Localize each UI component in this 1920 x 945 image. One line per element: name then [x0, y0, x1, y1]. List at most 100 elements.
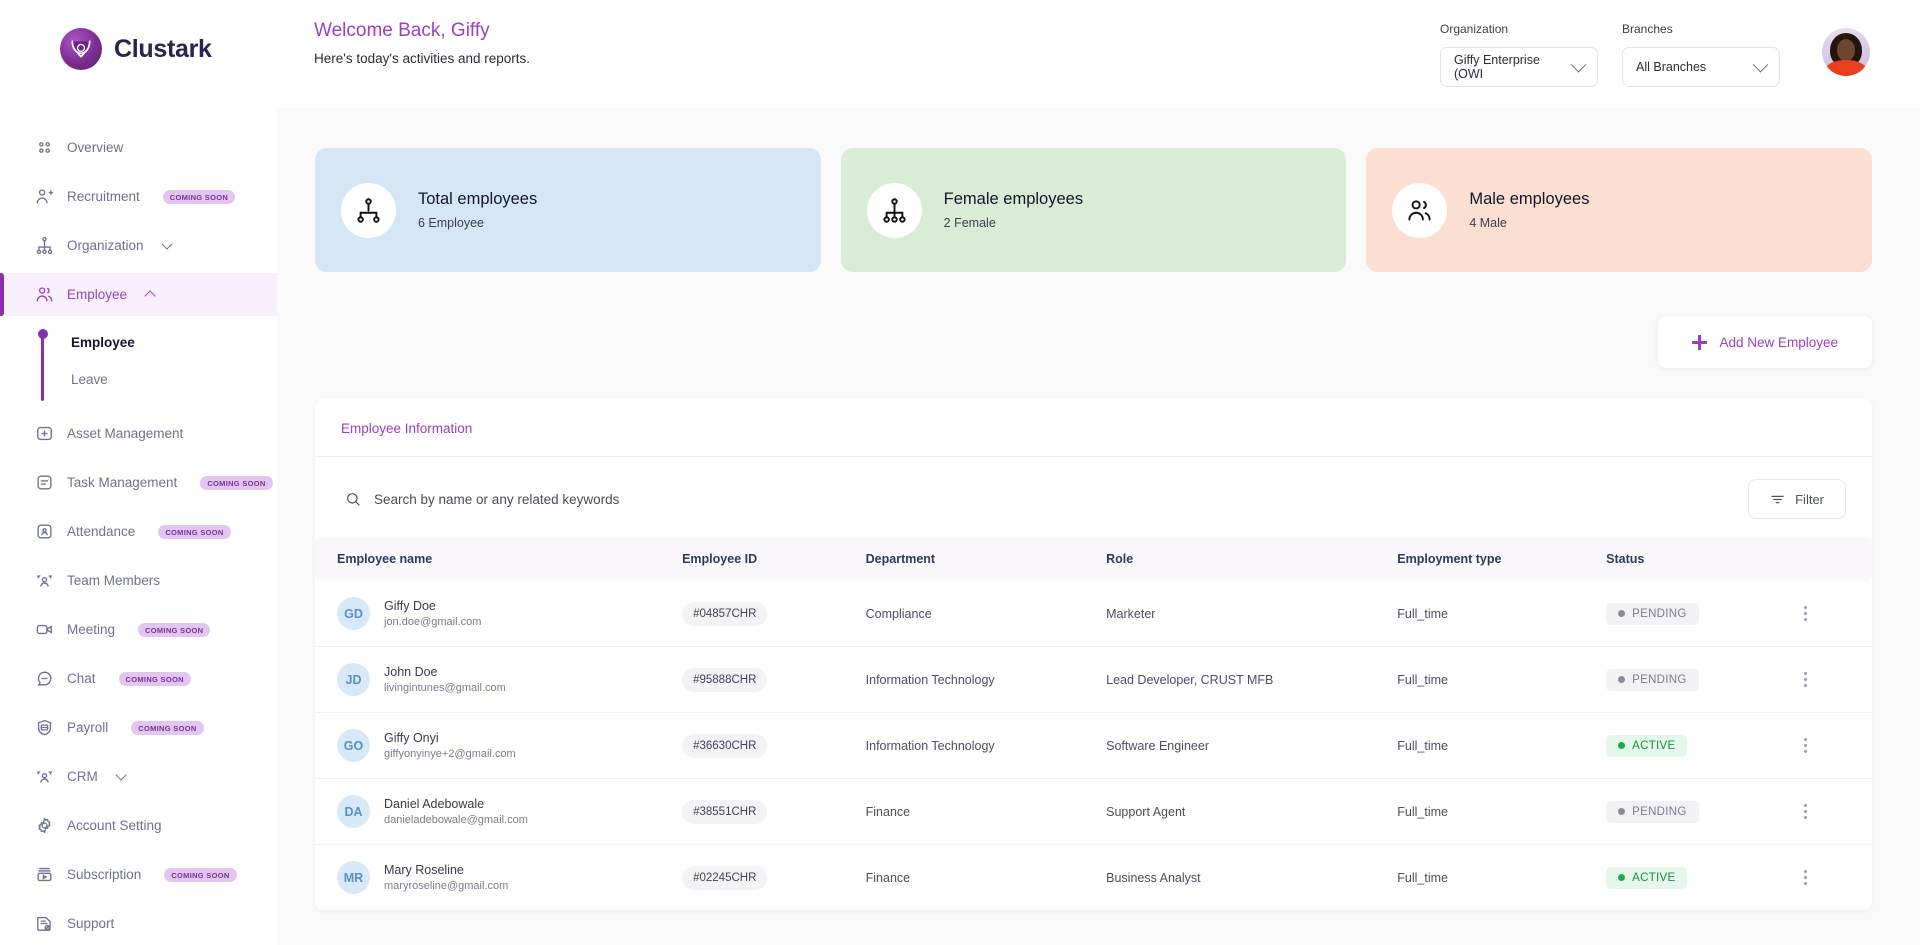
employee-name: Giffy Onyi [384, 731, 439, 745]
sidebar-item-support[interactable]: Support [0, 902, 277, 945]
cell-status: PENDING [1606, 581, 1797, 647]
avatar-face [1837, 39, 1855, 61]
sidebar-item-label: Subscription [67, 867, 142, 882]
sidebar-subitem-employee[interactable]: Employee [42, 324, 277, 361]
top-bar: Clustark Welcome Back, Giffy Here's toda… [0, 0, 1920, 108]
status-badge: PENDING [1606, 668, 1699, 691]
brand-logo-area[interactable]: Clustark [0, 0, 277, 70]
status-label: PENDING [1632, 805, 1687, 818]
sidebar-item-label: Attendance [67, 524, 136, 539]
plus-icon [1692, 334, 1708, 350]
asset-box-icon [35, 424, 54, 443]
row-menu-icon[interactable] [1796, 672, 1814, 687]
sidebar-item-label: Team Members [67, 573, 161, 588]
branches-select[interactable]: All Branches [1622, 47, 1780, 87]
user-plus-icon [35, 187, 54, 206]
table-toolbar: Filter [315, 457, 1872, 537]
chevron-up-icon[interactable] [144, 289, 156, 302]
chevron-down-icon[interactable] [115, 769, 127, 781]
users-icon [35, 285, 54, 304]
sidebar-item-label: Asset Management [67, 426, 184, 441]
sidebar-item-label: Payroll [67, 720, 109, 735]
name-block: Daniel Adebowale danieladebowale@gmail.co… [384, 797, 528, 826]
sidebar-item-organization[interactable]: Organization [0, 224, 277, 267]
status-badge: PENDING [1606, 602, 1699, 625]
row-menu-icon[interactable] [1796, 606, 1814, 621]
stat-subtitle: 6 Employee [418, 216, 485, 230]
filter-button[interactable]: Filter [1748, 479, 1846, 519]
cell-status: PENDING [1606, 778, 1797, 845]
cell-employment-type: Full_time [1397, 581, 1607, 647]
branches-select-group: Branches All Branches [1622, 22, 1780, 87]
chat-bubble-icon [35, 669, 54, 688]
table-row[interactable]: GD Giffy Doe jon.doe@gmail.com #04857CHR Com… [315, 581, 1872, 647]
coming-soon-badge: COMING SOON [200, 475, 273, 490]
sidebar-item-meeting[interactable]: Meeting COMING SOON [0, 608, 277, 651]
employee-table-body: GD Giffy Doe jon.doe@gmail.com #04857CHR Com… [315, 581, 1872, 911]
status-dot-icon [1618, 610, 1626, 617]
page-title: Welcome Back, Giffy [314, 20, 490, 41]
stat-card-female-employees: Female employees 2 Female [840, 148, 1347, 272]
table-row[interactable]: DA Daniel Adebowale danieladebowale@gmail.… [315, 778, 1872, 845]
cell-employee-name: GD Giffy Doe jon.doe@gmail.com [315, 581, 683, 647]
main-content: Total employees 6 Employee Female employee… [277, 108, 1920, 945]
sidebar-item-payroll[interactable]: Payroll COMING SOON [0, 706, 277, 749]
gear-icon [35, 816, 54, 835]
row-menu-icon[interactable] [1796, 738, 1814, 753]
cell-department: Finance [865, 778, 1107, 845]
sidebar-item-account-setting[interactable]: Account Setting [0, 804, 277, 847]
sidebar-item-subscription[interactable]: Subscription COMING SOON [0, 853, 277, 896]
video-camera-icon [35, 620, 54, 639]
sidebar-subitem-leave[interactable]: Leave [42, 361, 277, 398]
column-header: Role [1106, 537, 1398, 581]
sidebar-item-crm[interactable]: CRM [0, 755, 277, 798]
sidebar-item-label: Meeting [67, 622, 116, 637]
row-menu-icon[interactable] [1796, 870, 1814, 885]
employee-email: livingintunes@gmail.com [384, 682, 506, 694]
chevron-down-icon[interactable] [160, 238, 173, 250]
coming-soon-badge: COMING SOON [138, 622, 211, 637]
sidebar-item-recruitment[interactable]: Recruitment COMING SOON [0, 175, 277, 218]
sidebar-item-attendance[interactable]: Attendance COMING SOON [0, 510, 277, 553]
row-avatar-initials: MR [337, 861, 370, 894]
table-row[interactable]: JD John Doe livingintunes@gmail.com #95888C… [315, 646, 1872, 713]
status-badge: ACTIVE [1606, 734, 1688, 757]
add-new-employee-button[interactable]: Add New Employee [1658, 316, 1872, 368]
organization-select[interactable]: Giffy Enterprise (OWI [1440, 47, 1598, 87]
sidebar-item-overview[interactable]: Overview [0, 126, 277, 169]
search-input[interactable] [374, 491, 1731, 507]
sidebar-item-team-members[interactable]: Team Members [0, 559, 277, 602]
column-header: Department [865, 537, 1107, 581]
stat-title: Female employees [943, 190, 1084, 208]
cell-employee-id: #04857CHR [682, 581, 866, 647]
column-header: Employment type [1397, 537, 1607, 581]
coming-soon-badge: COMING SOON [118, 671, 191, 686]
stat-text: Male employees 4 Male [1469, 190, 1589, 230]
employee-id-pill: #36630CHR [682, 733, 768, 758]
table-row[interactable]: MR Mary Roseline maryroseline@gmail.com #02… [315, 844, 1872, 911]
employee-email: jon.doe@gmail.com [384, 616, 482, 628]
cell-status: ACTIVE [1606, 844, 1797, 911]
page-subtitle: Here's today's activities and reports. [314, 51, 530, 66]
coming-soon-badge: COMING SOON [158, 524, 231, 539]
avatar[interactable] [1822, 28, 1870, 76]
column-header-actions [1796, 537, 1872, 581]
sidebar-item-asset-management[interactable]: Asset Management [0, 412, 277, 455]
organization-select-group: Organization Giffy Enterprise (OWI [1440, 22, 1598, 87]
branches-label: Branches [1622, 22, 1673, 36]
cell-department: Compliance [865, 581, 1107, 647]
column-header: Employee name [315, 537, 683, 581]
table-row[interactable]: GO Giffy Onyi giffyonyinye+2@gmail.com #366… [315, 712, 1872, 779]
coming-soon-badge: COMING SOON [164, 867, 237, 882]
sidebar-item-label: Organization [67, 238, 144, 253]
sidebar-item-employee[interactable]: Employee [0, 273, 277, 316]
cell-employment-type: Full_time [1397, 778, 1607, 845]
employee-id-pill: #38551CHR [682, 799, 768, 824]
stat-text: Female employees 2 Female [944, 190, 1083, 230]
row-menu-icon[interactable] [1796, 804, 1814, 819]
search-icon [347, 493, 360, 506]
sidebar-item-chat[interactable]: Chat COMING SOON [0, 657, 277, 700]
search-box[interactable] [341, 475, 1734, 523]
cell-employment-type: Full_time [1397, 646, 1607, 713]
sidebar-item-task-management[interactable]: Task Management COMING SOON [0, 461, 277, 504]
